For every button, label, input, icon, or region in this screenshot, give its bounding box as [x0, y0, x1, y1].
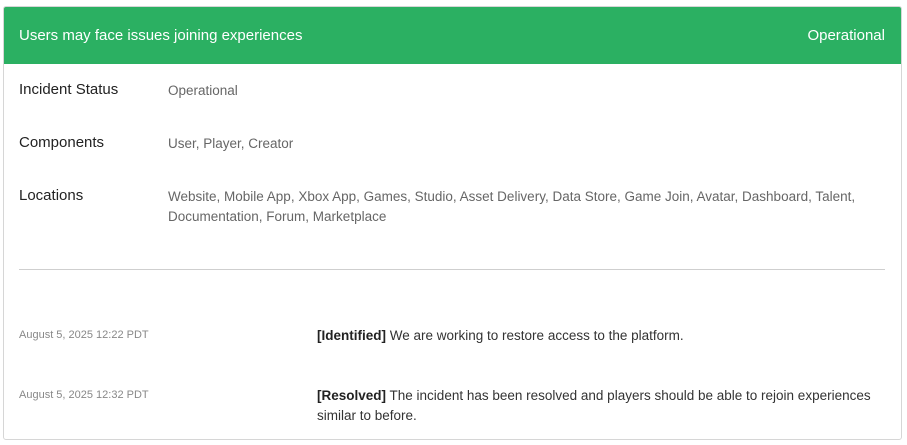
- incident-header-status: Operational: [807, 27, 885, 44]
- incident-status-value: Operational: [168, 83, 238, 98]
- update-text: The incident has been resolved and playe…: [317, 388, 871, 423]
- update-item: August 5, 2025 12:22 PDT [Identified] We…: [19, 326, 886, 346]
- incident-status-row: Incident Status Operational: [19, 81, 886, 101]
- components-value: User, Player, Creator: [168, 136, 294, 151]
- components-row: Components User, Player, Creator: [19, 134, 886, 154]
- incident-title: Users may face issues joining experience…: [19, 27, 303, 44]
- update-message: [Identified] We are working to restore a…: [317, 326, 684, 346]
- locations-label: Locations: [19, 187, 84, 204]
- locations-row: Locations Website, Mobile App, Xbox App,…: [19, 187, 886, 227]
- incident-status-label: Incident Status: [19, 81, 119, 98]
- section-divider: [19, 269, 885, 270]
- update-tag: [Resolved]: [317, 388, 387, 403]
- update-message: [Resolved] The incident has been resolve…: [317, 386, 877, 426]
- update-time: August 5, 2025 12:32 PDT: [19, 389, 149, 401]
- update-time: August 5, 2025 12:22 PDT: [19, 329, 149, 341]
- update-item: August 5, 2025 12:32 PDT [Resolved] The …: [19, 386, 886, 426]
- incident-card: Users may face issues joining experience…: [3, 6, 902, 440]
- incident-header: Users may face issues joining experience…: [4, 7, 901, 64]
- locations-value: Website, Mobile App, Xbox App, Games, St…: [168, 189, 856, 224]
- components-label: Components: [19, 134, 105, 151]
- update-text: We are working to restore access to the …: [386, 328, 684, 343]
- update-tag: [Identified]: [317, 328, 386, 343]
